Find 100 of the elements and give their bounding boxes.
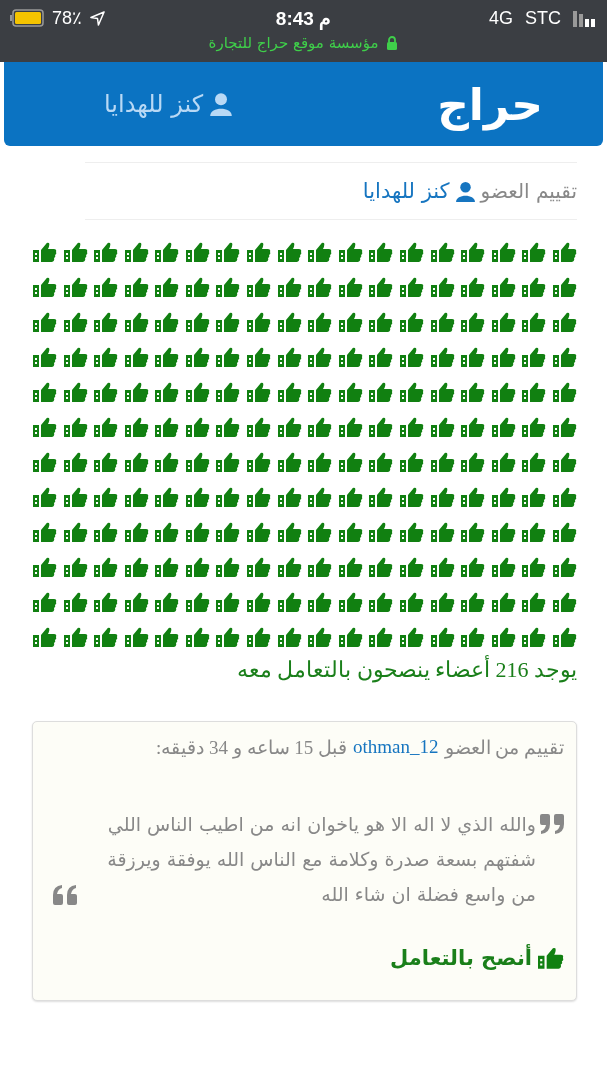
site-logo[interactable]: حراج <box>437 78 543 130</box>
thumbs-up-icon <box>400 312 425 332</box>
thumbs-up-icon <box>369 557 394 577</box>
thumbs-up-icon <box>461 277 486 297</box>
battery-icon <box>10 9 44 27</box>
thumbs-up-icon <box>155 487 180 507</box>
thumbs-up-icon <box>491 382 516 402</box>
thumbs-up-icon <box>400 277 425 297</box>
thumbs-up-icon <box>124 242 149 262</box>
thumbs-up-icon <box>247 347 272 367</box>
thumbs-up-icon <box>553 557 577 577</box>
thumbs-up-icon <box>491 312 516 332</box>
thumbs-up-icon <box>461 452 486 472</box>
quote-icon <box>540 814 564 834</box>
thumbs-up-icon <box>308 522 333 542</box>
thumbs-up-icon <box>63 312 88 332</box>
recommendation-count: يوجد 216 أعضاء ينصحون بالتعامل معه <box>235 657 577 683</box>
author-link[interactable]: othman_12 <box>353 736 439 759</box>
thumbs-up-icon <box>369 417 394 437</box>
thumbs-up-icon <box>553 417 577 437</box>
thumbs-up-icon <box>216 417 241 437</box>
thumbs-up-icon <box>94 592 119 612</box>
thumbs-up-icon <box>155 557 180 577</box>
thumbs-up-icon <box>491 487 516 507</box>
thumbs-up-icon <box>216 242 241 262</box>
thumbs-up-icon <box>461 522 486 542</box>
site-name: مؤسسة موقع حراج للتجارة <box>208 34 379 52</box>
thumbs-up-icon <box>247 277 272 297</box>
thumbs-up-icon <box>538 947 564 969</box>
thumbs-up-icon <box>94 277 119 297</box>
thumbs-up-icon <box>32 312 57 332</box>
thumbs-up-icon <box>216 347 241 367</box>
thumbs-up-icon <box>32 382 57 402</box>
thumbs-up-icon <box>247 522 272 542</box>
battery-percent: 78٪ <box>52 7 83 29</box>
thumbs-up-icon <box>369 452 394 472</box>
thumbs-up-icon <box>155 242 180 262</box>
thumbs-up-icon <box>277 312 302 332</box>
thumbs-up-icon <box>369 487 394 507</box>
thumbs-up-icon <box>308 277 333 297</box>
thumbs-up-icon <box>277 242 302 262</box>
recommend-label: أنصح بالتعامل <box>390 946 532 970</box>
thumbs-up-icon <box>216 522 241 542</box>
user-link[interactable]: كنز للهدايا <box>104 90 234 118</box>
thumbs-up-icon <box>430 592 455 612</box>
thumbs-up-icon <box>32 627 57 647</box>
thumbs-up-icon <box>522 627 547 647</box>
thumbs-up-icon <box>32 592 57 612</box>
thumbs-up-icon <box>32 417 57 437</box>
thumbs-up-icon <box>553 242 577 262</box>
thumbs-up-icon <box>338 277 363 297</box>
member-link[interactable]: كنز للهدايا <box>362 179 450 203</box>
thumbs-up-icon <box>94 522 119 542</box>
thumbs-up-icon <box>369 242 394 262</box>
thumbs-up-icon <box>94 417 119 437</box>
clock: 8:43 م <box>275 6 332 30</box>
thumbs-up-icon <box>124 417 149 437</box>
thumbs-up-icon <box>491 242 516 262</box>
thumbs-up-icon <box>522 277 547 297</box>
thumbs-up-icon <box>400 452 425 472</box>
thumbs-up-icon <box>553 627 577 647</box>
thumbs-up-icon <box>553 522 577 542</box>
user-icon <box>454 180 476 202</box>
thumbs-up-icon <box>32 277 57 297</box>
thumbs-up-icon <box>338 487 363 507</box>
thumbs-up-icon <box>124 312 149 332</box>
thumbs-up-icon <box>63 452 88 472</box>
thumbs-up-icon <box>155 452 180 472</box>
user-icon <box>209 92 234 116</box>
thumbs-up-icon <box>522 557 547 577</box>
thumbs-up-icon <box>461 312 486 332</box>
thumbs-up-icon <box>338 312 363 332</box>
thumbs-up-icon <box>277 382 302 402</box>
thumbs-up-icon <box>430 557 455 577</box>
thumbs-up-icon <box>400 487 425 507</box>
thumbs-up-icon <box>277 487 302 507</box>
thumbs-up-icon <box>32 347 57 367</box>
thumbs-up-icon <box>185 557 210 577</box>
thumbs-up-icon <box>124 487 149 507</box>
thumbs-up-icon <box>430 242 455 262</box>
thumbs-up-icon <box>155 417 180 437</box>
thumbs-up-icon <box>491 557 516 577</box>
thumbs-up-icon <box>338 452 363 472</box>
thumbs-up-icon <box>124 592 149 612</box>
thumbs-up-icon <box>400 382 425 402</box>
thumbs-up-icon <box>522 382 547 402</box>
thumbs-up-icon <box>400 592 425 612</box>
review-time: قبل 15 ساعه و 34 دقيقه: <box>155 736 347 759</box>
thumbs-up-icon <box>553 382 577 402</box>
thumbs-up-icon <box>461 627 486 647</box>
thumbs-up-icon <box>308 627 333 647</box>
thumbs-up-icon <box>277 452 302 472</box>
thumbs-up-icon <box>461 417 486 437</box>
thumbs-up-icon <box>430 487 455 507</box>
thumbs-up-icon <box>430 452 455 472</box>
thumbs-up-icon <box>32 242 57 262</box>
thumbs-up-icon <box>461 592 486 612</box>
thumbs-up-icon <box>553 592 577 612</box>
thumbs-up-icon <box>247 452 272 472</box>
member-rating-label: تقييم العضو <box>480 179 577 203</box>
